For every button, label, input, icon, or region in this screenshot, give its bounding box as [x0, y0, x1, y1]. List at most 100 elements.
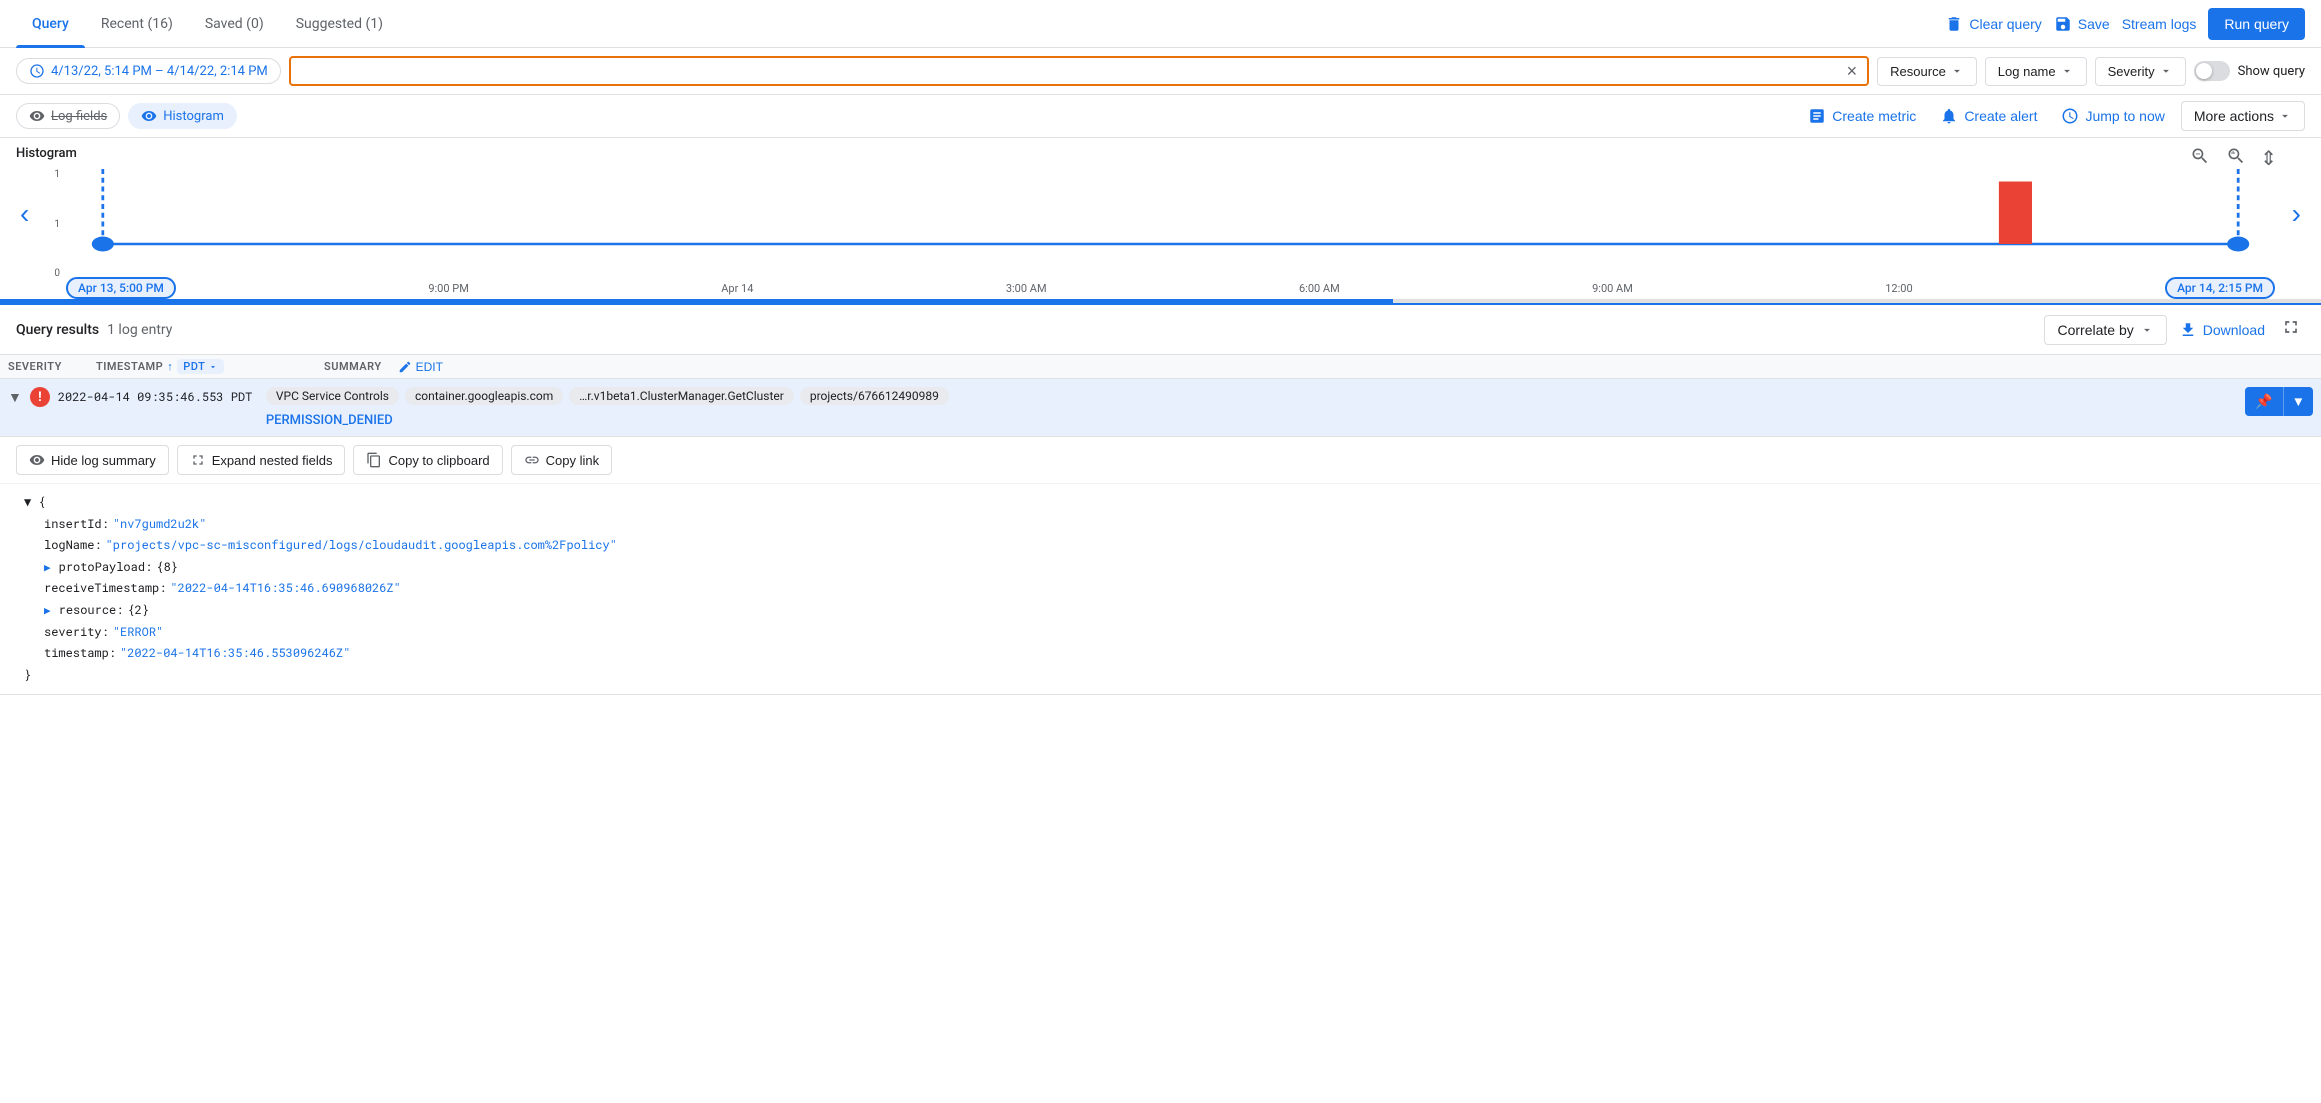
- tab-query[interactable]: Query: [16, 0, 85, 48]
- th-timestamp[interactable]: TIMESTAMP ↑ PDT: [96, 359, 316, 374]
- run-query-button[interactable]: Run query: [2208, 8, 2305, 40]
- create-alert-button[interactable]: Create alert: [1932, 101, 2045, 131]
- log-field-insertid: insertId: "nv7gumd2u2k": [44, 514, 2297, 536]
- y-axis-0: 0: [54, 268, 60, 279]
- tab-suggested[interactable]: Suggested (1): [280, 0, 399, 48]
- download-icon: [2179, 321, 2197, 339]
- clock-refresh-icon: [2061, 107, 2079, 125]
- expand-nested-fields-button[interactable]: Expand nested fields: [177, 445, 346, 475]
- results-title: Query results: [16, 322, 99, 338]
- histogram-prev-button[interactable]: ‹: [20, 198, 29, 230]
- jump-to-now-button[interactable]: Jump to now: [2053, 101, 2172, 131]
- log-detail-actions: Hide log summary Expand nested fields Co…: [0, 437, 2321, 484]
- link-icon: [524, 452, 540, 468]
- pin-button[interactable]: 📌: [2245, 387, 2282, 416]
- tab-recent[interactable]: Recent (16): [85, 0, 189, 48]
- chevron-down-icon: [2060, 64, 2074, 78]
- log-tag-project: projects/676612490989: [800, 387, 949, 405]
- timeline-label-6: 12:00: [1885, 282, 1912, 295]
- results-bar: Query results 1 log entry Correlate by D…: [0, 303, 2321, 355]
- show-query-toggle[interactable]: [2194, 61, 2230, 81]
- stream-logs-button[interactable]: Stream logs: [2122, 16, 2197, 32]
- pdt-chevron-icon: [208, 362, 218, 372]
- log-detail: Hide log summary Expand nested fields Co…: [0, 436, 2321, 694]
- log-entry-row: ▼ ! 2022-04-14 09:35:46.553 PDT VPC Serv…: [0, 379, 2321, 695]
- zoom-out-icon: [2190, 146, 2210, 166]
- timeline-label-5: 9:00 AM: [1592, 282, 1633, 295]
- chevron-down-icon: [2159, 64, 2173, 78]
- edit-summary-button[interactable]: EDIT: [398, 360, 443, 374]
- log-field-receivetimestamp: receiveTimestamp: "2022-04-14T16:35:46.6…: [44, 578, 2297, 600]
- permission-denied-label: PERMISSION_DENIED: [266, 413, 393, 428]
- log-tag-cluster: …r.v1beta1.ClusterManager.GetCluster: [569, 387, 794, 405]
- histogram-title: Histogram: [16, 146, 77, 161]
- copy-to-clipboard-button[interactable]: Copy to clipboard: [353, 445, 502, 475]
- metric-icon: [1808, 107, 1826, 125]
- copy-link-button[interactable]: Copy link: [511, 445, 612, 475]
- create-metric-button[interactable]: Create metric: [1800, 101, 1924, 131]
- results-count: 1 log entry: [107, 322, 172, 338]
- th-summary: SUMMARY EDIT: [324, 360, 2313, 374]
- more-actions-button[interactable]: More actions: [2181, 101, 2305, 131]
- table-header: SEVERITY TIMESTAMP ↑ PDT SUMMARY EDIT: [0, 355, 2321, 379]
- log-fields-icon: [29, 108, 45, 124]
- y-axis-mid: 1: [54, 219, 60, 230]
- log-tags: VPC Service Controls container.googleapi…: [266, 387, 2238, 428]
- severity-filter[interactable]: Severity: [2095, 57, 2186, 86]
- correlate-by-button[interactable]: Correlate by: [2044, 315, 2166, 345]
- histogram-icon: [141, 108, 157, 124]
- log-field-protopayload: ▶ protoPayload: {8}: [44, 557, 2297, 579]
- hide-log-summary-button[interactable]: Hide log summary: [16, 445, 169, 475]
- show-query-toggle-area: Show query: [2194, 61, 2305, 81]
- y-axis-1: 1: [54, 169, 60, 180]
- timeline-label-3: 3:00 AM: [1006, 282, 1047, 295]
- chevron-down-icon: [2140, 323, 2154, 337]
- log-expand-button[interactable]: ▼: [8, 389, 22, 405]
- timeline-start[interactable]: Apr 13, 5:00 PM: [66, 277, 176, 299]
- log-tag-container: container.googleapis.com: [405, 387, 563, 405]
- expand-icon: [190, 452, 206, 468]
- chevron-down-icon: [2278, 109, 2292, 123]
- hide-icon: [29, 452, 45, 468]
- search-input[interactable]: 5e4GI409D6BTWfOp_6C-uSwmTpOQWcmW82sfZW9V…: [301, 62, 1839, 80]
- zoom-in-icon: [2226, 146, 2246, 166]
- resource-filter[interactable]: Resource: [1877, 57, 1977, 86]
- clear-query-button[interactable]: Clear query: [1945, 15, 2041, 33]
- copy-icon: [366, 452, 382, 468]
- timeline-label-2: Apr 14: [721, 282, 753, 295]
- clock-icon: [29, 63, 45, 79]
- trash-icon: [1945, 15, 1963, 33]
- th-severity[interactable]: SEVERITY: [8, 360, 88, 373]
- date-range-picker[interactable]: 4/13/22, 5:14 PM – 4/14/22, 2:14 PM: [16, 58, 281, 84]
- histogram-button[interactable]: Histogram: [128, 103, 237, 129]
- error-severity-icon: !: [30, 387, 50, 407]
- log-detail-content: ▼ { insertId: "nv7gumd2u2k" logName: "pr…: [0, 484, 2321, 694]
- save-button[interactable]: Save: [2054, 15, 2110, 33]
- log-tag-vpc: VPC Service Controls: [266, 387, 399, 405]
- histogram-next-button[interactable]: ›: [2292, 198, 2301, 230]
- timeline-label-4: 6:00 AM: [1299, 282, 1340, 295]
- chevron-down-icon: [1950, 64, 1964, 78]
- tab-saved[interactable]: Saved (0): [189, 0, 280, 48]
- alert-icon: [1940, 107, 1958, 125]
- clear-search-button[interactable]: ×: [1847, 62, 1858, 80]
- log-name-filter[interactable]: Log name: [1985, 57, 2087, 86]
- log-field-logname: logName: "projects/vpc-sc-misconfigured/…: [44, 535, 2297, 557]
- timeline-end[interactable]: Apr 14, 2:15 PM: [2165, 277, 2275, 299]
- log-field-resource: ▶ resource: {2}: [44, 600, 2297, 622]
- log-field-timestamp: timestamp: "2022-04-14T16:35:46.55309624…: [44, 643, 2297, 665]
- log-timestamp: 2022-04-14 09:35:46.553 PDT: [58, 389, 258, 405]
- pin-group: 📌 ▼: [2245, 387, 2313, 416]
- search-box: 5e4GI409D6BTWfOp_6C-uSwmTpOQWcmW82sfZW9V…: [289, 56, 1869, 86]
- fullscreen-icon: [2281, 317, 2301, 337]
- edit-icon: [398, 360, 412, 374]
- timeline-label-1: 9:00 PM: [428, 282, 468, 295]
- log-fields-button[interactable]: Log fields: [16, 103, 120, 129]
- histogram-chart: [66, 169, 2275, 269]
- fullscreen-button[interactable]: [2277, 313, 2305, 346]
- download-button[interactable]: Download: [2167, 315, 2277, 345]
- log-field-severity: severity: "ERROR": [44, 622, 2297, 644]
- pin-dropdown-button[interactable]: ▼: [2283, 387, 2313, 416]
- pdt-badge[interactable]: PDT: [177, 359, 224, 374]
- save-icon: [2054, 15, 2072, 33]
